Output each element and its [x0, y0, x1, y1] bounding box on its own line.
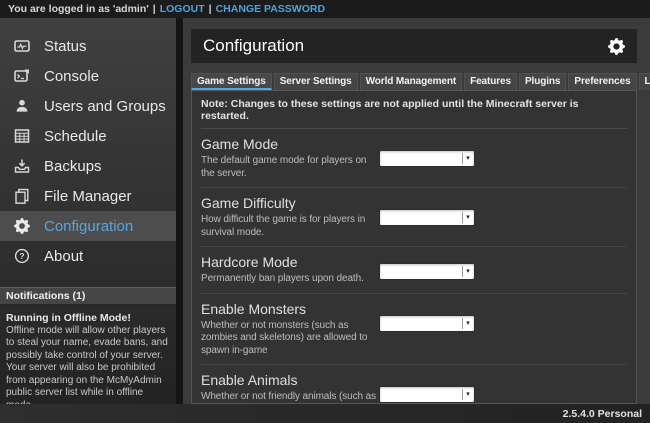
separator: | — [153, 3, 156, 15]
setting-row-hardcore-mode: Hardcore Mode Permanently ban players up… — [201, 247, 627, 294]
sidebar-item-label: Status — [44, 38, 87, 55]
schedule-icon — [13, 128, 31, 144]
sidebar-item-file-manager[interactable]: File Manager — [0, 181, 176, 211]
chevron-down-icon: ▾ — [462, 212, 473, 223]
setting-name: Hardcore Mode — [201, 253, 379, 271]
setting-row-game-mode: Game Mode The default game mode for play… — [201, 129, 627, 188]
enable-animals-select[interactable]: ▾ — [379, 386, 475, 403]
setting-name: Enable Animals — [201, 371, 379, 389]
notification-message: Running in Offline Mode! Offline mode wi… — [0, 305, 176, 404]
sidebar-item-console[interactable]: Console — [0, 61, 176, 91]
users-icon — [13, 98, 31, 114]
panel-gap — [176, 18, 183, 404]
sidebar-item-label: Backups — [44, 158, 102, 175]
main-panel: Configuration Game Settings Server Setti… — [183, 18, 650, 404]
tab-features[interactable]: Features — [464, 73, 517, 90]
notification-text: Offline mode will allow other players to… — [6, 325, 169, 405]
chevron-down-icon: ▾ — [462, 318, 473, 329]
page-header: Configuration — [191, 29, 637, 63]
setting-name: Enable Monsters — [201, 300, 379, 318]
sidebar-item-backups[interactable]: Backups — [0, 151, 176, 181]
gear-icon[interactable] — [608, 38, 625, 55]
setting-name: Game Difficulty — [201, 194, 379, 212]
version-text: 2.5.4.0 Personal — [563, 408, 642, 420]
svg-text:?: ? — [19, 251, 24, 261]
sidebar-item-schedule[interactable]: Schedule — [0, 121, 176, 151]
status-icon — [13, 38, 31, 54]
tab-preferences[interactable]: Preferences — [568, 73, 636, 90]
change-password-link[interactable]: CHANGE PASSWORD — [216, 3, 325, 15]
backups-icon — [13, 158, 31, 174]
separator: | — [209, 3, 212, 15]
hardcore-mode-select[interactable]: ▾ — [379, 263, 475, 280]
sidebar-item-label: Configuration — [44, 218, 133, 235]
setting-name: Game Mode — [201, 135, 379, 153]
setting-description: Whether or not monsters (such as zombies… — [201, 320, 379, 358]
sidebar-item-users-and-groups[interactable]: Users and Groups — [0, 91, 176, 121]
sidebar-item-configuration[interactable]: Configuration — [0, 211, 176, 241]
config-tabs: Game Settings Server Settings World Mana… — [191, 73, 637, 90]
logout-link[interactable]: LOGOUT — [160, 3, 205, 15]
file-manager-icon — [13, 188, 31, 204]
chevron-down-icon: ▾ — [462, 266, 473, 277]
sidebar-item-label: About — [44, 248, 83, 265]
game-mode-select[interactable]: ▾ — [379, 150, 475, 167]
settings-panel: Note: Changes to these settings are not … — [191, 90, 637, 404]
tab-login-users[interactable]: Login Users — [639, 73, 650, 90]
tab-game-settings[interactable]: Game Settings — [191, 73, 272, 90]
setting-description: Whether or not friendly animals (such as… — [201, 391, 379, 404]
tab-plugins[interactable]: Plugins — [519, 73, 566, 90]
topbar: You are logged in as 'admin' | LOGOUT | … — [0, 0, 650, 18]
sidebar-item-status[interactable]: Status — [0, 31, 176, 61]
sidebar: Status Console Users and Groups Schedule — [0, 18, 176, 404]
enable-monsters-select[interactable]: ▾ — [379, 315, 475, 332]
setting-description: How difficult the game is for players in… — [201, 214, 379, 239]
sidebar-item-label: Users and Groups — [44, 98, 166, 115]
question-icon: ? — [13, 248, 31, 264]
gear-icon — [13, 218, 31, 234]
restart-note: Note: Changes to these settings are not … — [201, 95, 627, 129]
setting-row-enable-monsters: Enable Monsters Whether or not monsters … — [201, 294, 627, 366]
console-icon — [13, 68, 31, 84]
sidebar-item-label: Schedule — [44, 128, 107, 145]
chevron-down-icon: ▾ — [462, 389, 473, 400]
notifications-header: Notifications (1) — [0, 287, 176, 305]
sidebar-item-label: File Manager — [44, 188, 132, 205]
setting-row-enable-animals: Enable Animals Whether or not friendly a… — [201, 365, 627, 404]
tab-world-management[interactable]: World Management — [360, 73, 462, 90]
mcmyadmin-app: You are logged in as 'admin' | LOGOUT | … — [0, 0, 650, 423]
footer: 2.5.4.0 Personal — [0, 404, 650, 423]
page-title: Configuration — [203, 36, 304, 56]
setting-description: The default game mode for players on the… — [201, 155, 379, 180]
tab-server-settings[interactable]: Server Settings — [274, 73, 358, 90]
sidebar-item-about[interactable]: ? About — [0, 241, 176, 271]
sidebar-item-label: Console — [44, 68, 99, 85]
logged-in-text: You are logged in as 'admin' — [8, 3, 149, 15]
setting-row-game-difficulty: Game Difficulty How difficult the game i… — [201, 188, 627, 247]
notification-title: Running in Offline Mode! — [6, 312, 169, 325]
chevron-down-icon: ▾ — [462, 153, 473, 164]
game-difficulty-select[interactable]: ▾ — [379, 209, 475, 226]
setting-description: Permanently ban players upon death. — [201, 273, 379, 286]
